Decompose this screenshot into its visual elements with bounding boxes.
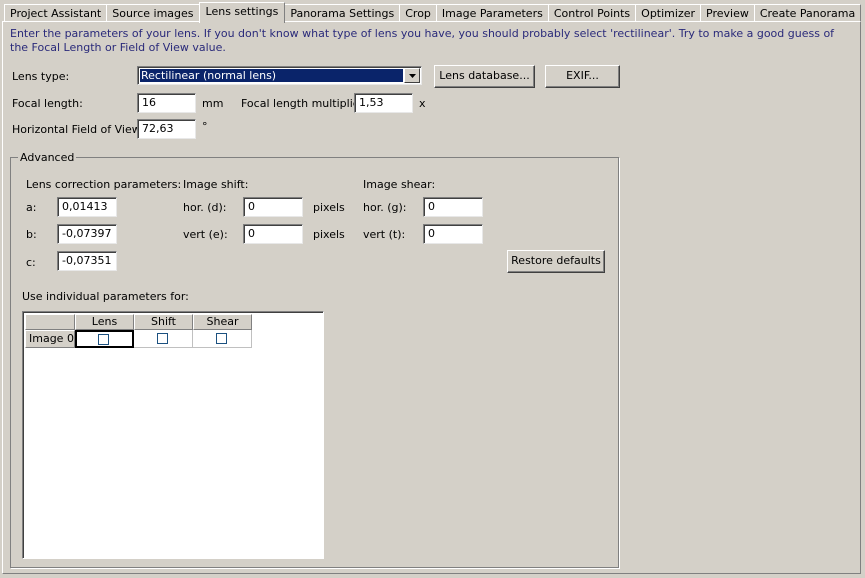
tab-optimizer[interactable]: Optimizer <box>635 4 702 22</box>
tab-create-panorama[interactable]: Create Panorama <box>753 4 862 22</box>
image-shift-label: Image shift: <box>183 178 249 191</box>
shift-d-input[interactable]: 0 <box>243 197 303 217</box>
shear-t-input[interactable]: 0 <box>423 224 483 244</box>
param-a-label: a: <box>26 201 37 214</box>
param-b-label: b: <box>26 228 37 241</box>
hfov-label: Horizontal Field of View: <box>12 123 144 136</box>
restore-defaults-button[interactable]: Restore defaults <box>507 250 605 273</box>
shift-e-label: vert (e): <box>183 228 228 241</box>
param-b-input[interactable]: -0,07397 <box>57 224 117 244</box>
shift-d-label: hor. (d): <box>183 201 227 214</box>
lens-type-label: Lens type: <box>12 70 70 83</box>
tab-panorama-settings[interactable]: Panorama Settings <box>284 4 401 22</box>
lens-checkbox[interactable] <box>98 334 109 345</box>
advanced-group-title: Advanced <box>18 151 77 164</box>
tab-control-points[interactable]: Control Points <box>547 4 637 22</box>
chevron-down-icon[interactable] <box>404 68 420 83</box>
grid-corner <box>25 314 75 330</box>
multiplier-label: Focal length multiplier: <box>241 97 368 110</box>
shift-e-unit: pixels <box>313 228 345 241</box>
focal-length-label: Focal length: <box>12 97 83 110</box>
hfov-input[interactable]: 72,63 <box>137 119 196 139</box>
exif-button[interactable]: EXIF... <box>545 65 620 88</box>
tab-crop[interactable]: Crop <box>399 4 437 22</box>
shift-d-unit: pixels <box>313 201 345 214</box>
intro-text: Enter the parameters of your lens. If yo… <box>10 27 835 54</box>
shift-e-input[interactable]: 0 <box>243 224 303 244</box>
individual-params-label: Use individual parameters for: <box>22 290 189 303</box>
shear-g-input[interactable]: 0 <box>423 197 483 217</box>
param-c-input[interactable]: -0,07351 <box>57 251 117 271</box>
grid-cell-shear[interactable] <box>193 330 252 348</box>
multiplier-input[interactable]: 1,53 <box>354 93 413 113</box>
individual-params-grid[interactable]: Lens Shift Shear Image 0 <box>22 311 324 559</box>
focal-length-input[interactable]: 16 <box>137 93 196 113</box>
lens-type-value: Rectilinear (normal lens) <box>140 69 403 82</box>
tab-lens-settings[interactable]: Lens settings <box>198 2 286 23</box>
tab-preview[interactable]: Preview <box>700 4 755 22</box>
shear-t-label: vert (t): <box>363 228 406 241</box>
lens-database-button[interactable]: Lens database... <box>434 65 535 88</box>
shear-checkbox[interactable] <box>216 333 227 344</box>
param-a-input[interactable]: 0,01413 <box>57 197 117 217</box>
shift-checkbox[interactable] <box>157 333 168 344</box>
grid-row-header[interactable]: Image 0 <box>25 330 75 348</box>
tab-bar: Project Assistant Source images Lens set… <box>4 2 862 23</box>
grid-cell-lens[interactable] <box>75 330 134 348</box>
lens-type-select[interactable]: Rectilinear (normal lens) <box>137 66 422 85</box>
shear-g-label: hor. (g): <box>363 201 407 214</box>
focal-length-unit: mm <box>202 97 224 110</box>
tab-project-assistant[interactable]: Project Assistant <box>4 4 108 22</box>
lens-correction-label: Lens correction parameters: <box>26 178 182 191</box>
param-c-label: c: <box>26 256 36 269</box>
image-shear-label: Image shear: <box>363 178 436 191</box>
grid-cell-shift[interactable] <box>134 330 193 348</box>
tab-source-images[interactable]: Source images <box>106 4 200 22</box>
grid-header-shift[interactable]: Shift <box>134 314 193 330</box>
hfov-unit: ° <box>202 120 208 133</box>
multiplier-unit: x <box>419 97 426 110</box>
grid-header-lens[interactable]: Lens <box>75 314 134 330</box>
grid-header-shear[interactable]: Shear <box>193 314 252 330</box>
tab-image-parameters[interactable]: Image Parameters <box>435 4 549 22</box>
